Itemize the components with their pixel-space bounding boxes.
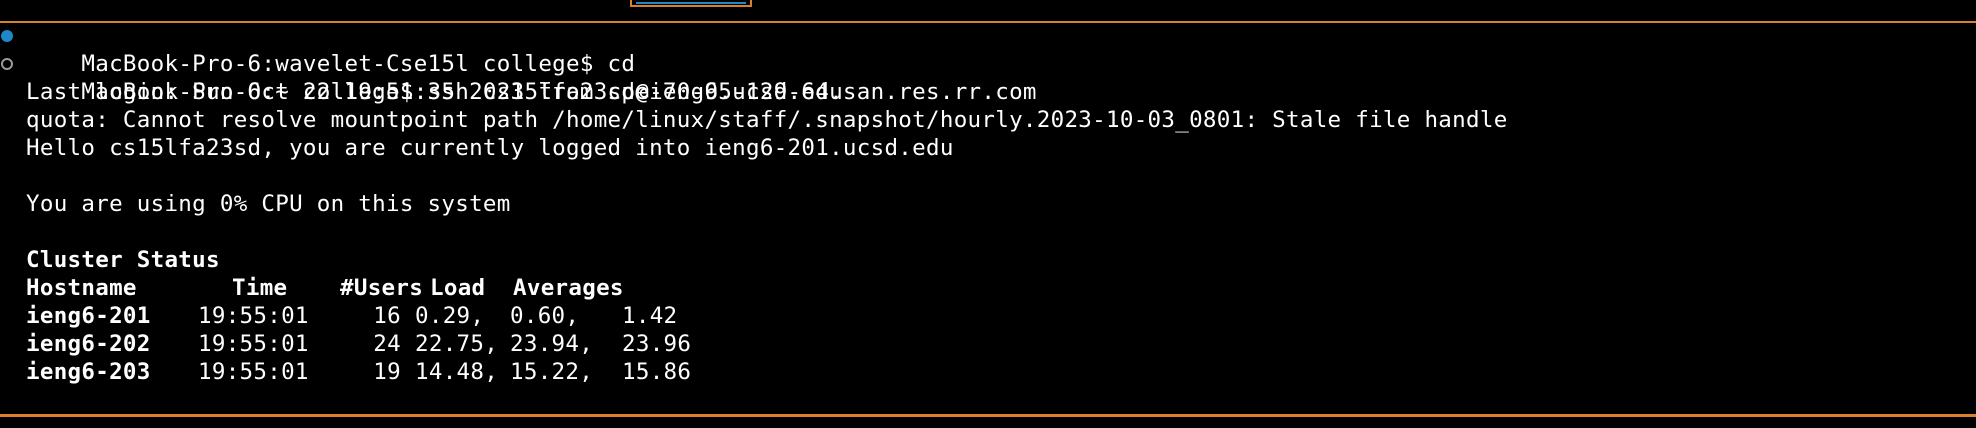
terminal-line-cmd2: MacBook-Pro-6:~ college$ ssh cs15lfa23sd… [0, 50, 1976, 105]
cell-load-5: 23.94, [510, 331, 594, 357]
cell-load-5: 15.22, [510, 359, 594, 385]
terminal-line-cpu: You are using 0% CPU on this system [26, 191, 511, 217]
cell-load-1: 0.29, [415, 303, 485, 329]
command-running-mark-icon[interactable] [1, 58, 13, 70]
header-load: Load [430, 275, 486, 301]
terminal-line-quota: quota: Cannot resolve mountpoint path /h… [26, 107, 1508, 133]
command-success-mark-icon[interactable] [1, 30, 13, 42]
cluster-status-title: Cluster Status [26, 247, 220, 273]
table-row: ieng6-203 19:55:01 19 14.48, 15.22, 15.86 [0, 358, 1976, 386]
cell-load-15: 23.96 [622, 331, 692, 357]
cell-load-1: 22.75, [415, 331, 499, 357]
table-row: ieng6-201 19:55:01 16 0.29, 0.60, 1.42 [0, 302, 1976, 330]
cell-load-15: 15.86 [622, 359, 692, 385]
cluster-table-header: Hostname Time #Users Load Averages [0, 274, 1976, 302]
terminal-line-hello: Hello cs15lfa23sd, you are currently log… [26, 135, 954, 161]
terminal-line-last-login: Last login: Sun Oct 22 19:51:35 2023 fro… [26, 79, 1037, 105]
cell-time: 19:55:01 [198, 359, 309, 385]
cell-users: 19 [373, 359, 401, 385]
header-hostname: Hostname [26, 275, 137, 301]
cell-load-1: 14.48, [415, 359, 499, 385]
header-users: #Users [340, 275, 424, 301]
cell-hostname: ieng6-202 [26, 331, 151, 357]
cell-users: 24 [373, 331, 401, 357]
cell-load-15: 1.42 [622, 303, 678, 329]
active-tab-underline [636, 2, 746, 4]
cell-hostname: ieng6-203 [26, 359, 151, 385]
table-row: ieng6-202 19:55:01 24 22.75, 23.94, 23.96 [0, 330, 1976, 358]
header-time: Time [232, 275, 288, 301]
header-averages: Averages [513, 275, 624, 301]
cell-users: 16 [373, 303, 401, 329]
cell-hostname: ieng6-201 [26, 303, 151, 329]
window-tab-indicator[interactable] [630, 0, 752, 7]
pane-bottom-border [0, 414, 1976, 417]
terminal-line-cmd1: MacBook-Pro-6:wavelet-Cse15l college$ cd [0, 22, 1976, 77]
terminal-output[interactable]: MacBook-Pro-6:wavelet-Cse15l college$ cd… [0, 22, 1976, 386]
cell-time: 19:55:01 [198, 331, 309, 357]
cell-load-5: 0.60, [510, 303, 580, 329]
cell-time: 19:55:01 [198, 303, 309, 329]
